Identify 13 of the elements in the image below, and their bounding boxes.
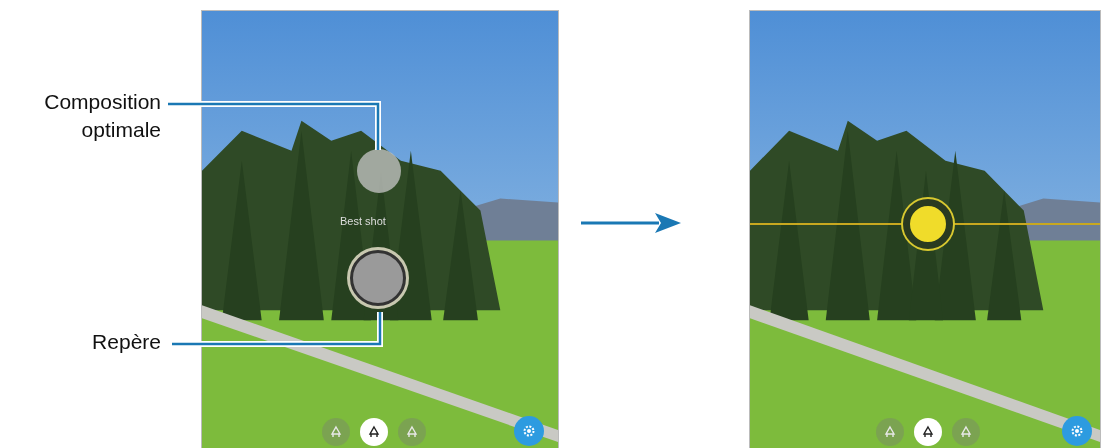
tree-icon bbox=[405, 425, 419, 439]
callout-label: Composition optimale bbox=[43, 89, 161, 143]
settings-icon bbox=[521, 423, 537, 439]
settings-icon bbox=[1069, 423, 1085, 439]
best-shot-label: Best shot bbox=[340, 215, 386, 227]
tree-icon bbox=[959, 425, 973, 439]
tree-icon bbox=[883, 425, 897, 439]
right-arrow-icon bbox=[581, 211, 681, 235]
tree-icon bbox=[329, 425, 343, 439]
guide-circle bbox=[350, 250, 406, 306]
callout-label: Repère bbox=[92, 329, 161, 355]
tree-icon bbox=[367, 425, 381, 439]
tree-icon bbox=[921, 425, 935, 439]
